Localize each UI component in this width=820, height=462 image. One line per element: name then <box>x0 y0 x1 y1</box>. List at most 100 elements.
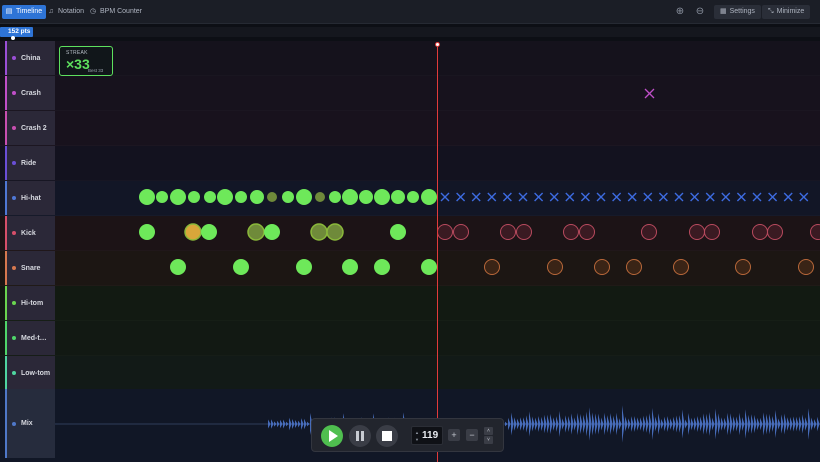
tempo-up-arrow[interactable]: ▲ <box>415 430 419 435</box>
mix-waveform-spike <box>562 418 565 430</box>
hihat-upcoming-note <box>487 192 497 202</box>
kick-upcoming-note <box>810 224 820 240</box>
mix-waveform-spike <box>538 415 541 433</box>
hihat-hit-note <box>315 192 325 202</box>
mix-waveform-spike <box>751 414 754 434</box>
mix-waveform-spike <box>565 415 568 433</box>
hihat-upcoming-note <box>736 192 746 202</box>
kick-upcoming-note <box>641 224 657 240</box>
hihat-upcoming-note <box>721 192 731 202</box>
mix-waveform-spike <box>679 415 682 433</box>
mix-waveform-spike <box>616 412 619 436</box>
mix-waveform-spike <box>283 419 286 429</box>
mix-waveform-spike <box>583 414 586 434</box>
notes-layer <box>55 88 820 443</box>
mix-waveform-spike <box>286 421 289 427</box>
mix-waveform-spike <box>793 416 796 432</box>
snare-upcoming-note <box>673 259 689 275</box>
mix-waveform-spike <box>814 419 817 429</box>
tempo-minus-button[interactable]: − <box>466 429 478 441</box>
hihat-upcoming-note <box>768 192 778 202</box>
snare-hit-note <box>342 259 358 275</box>
mix-waveform-spike <box>607 415 610 433</box>
mix-waveform-spike <box>805 417 808 431</box>
step-down-button[interactable]: ˅ <box>484 436 493 444</box>
streak-value: ×33 <box>66 56 90 72</box>
mix-waveform-spike <box>682 409 685 439</box>
tempo-plus-button[interactable]: + <box>448 429 460 441</box>
tempo-input[interactable]: ▲ ▼ 119 <box>411 426 443 445</box>
play-button[interactable] <box>321 425 343 447</box>
mix-waveform-spike <box>610 413 613 435</box>
hihat-hit-note <box>296 189 312 205</box>
mix-waveform-spike <box>781 414 784 434</box>
mix-waveform-spike <box>730 413 733 435</box>
hihat-upcoming-note <box>674 192 684 202</box>
hihat-hit-note <box>267 192 277 202</box>
mix-waveform-spike <box>796 416 799 432</box>
kick-hit-note <box>310 223 328 241</box>
mix-waveform-spike <box>553 417 556 431</box>
hihat-hit-note <box>139 189 155 205</box>
mix-waveform-spike <box>634 416 637 432</box>
hihat-upcoming-note <box>799 192 809 202</box>
hihat-upcoming-note <box>534 192 544 202</box>
hihat-upcoming-note <box>705 192 715 202</box>
mix-waveform-spike <box>277 420 280 428</box>
mix-waveform-spike <box>748 414 751 434</box>
stop-icon <box>382 431 392 441</box>
hihat-upcoming-note <box>549 192 559 202</box>
playhead-handle[interactable] <box>435 42 440 47</box>
hihat-upcoming-note <box>783 192 793 202</box>
snare-upcoming-note <box>626 259 642 275</box>
streak-best: Best 33 <box>88 68 104 73</box>
mix-waveform-spike <box>703 413 706 435</box>
mix-waveform-spike <box>574 417 577 431</box>
mix-waveform-spike <box>661 418 664 430</box>
playhead-line[interactable] <box>437 44 438 462</box>
mix-waveform-spike <box>733 416 736 432</box>
hihat-upcoming-note <box>596 192 606 202</box>
mix-waveform-spike <box>754 414 757 434</box>
hihat-hit-note <box>374 189 390 205</box>
hihat-hit-note <box>421 189 437 205</box>
hihat-hit-note <box>329 191 341 203</box>
mix-waveform-spike <box>613 415 616 433</box>
mix-waveform-spike <box>529 411 532 437</box>
hihat-upcoming-note <box>658 192 668 202</box>
hihat-hit-note <box>250 190 264 204</box>
mix-waveform-spike <box>790 417 793 431</box>
hihat-hit-note <box>407 191 419 203</box>
mix-waveform-spike <box>802 414 805 434</box>
kick-upcoming-note <box>752 224 768 240</box>
kick-upcoming-note <box>500 224 516 240</box>
hihat-hit-note <box>217 189 233 205</box>
mix-waveform-spike <box>739 412 742 436</box>
mix-waveform-spike <box>646 415 649 433</box>
transport-controls: ▲ ▼ 119 + − ˄ ˅ <box>311 418 504 452</box>
mix-waveform-spike <box>526 415 529 433</box>
mix-waveform-spike <box>673 416 676 432</box>
snare-upcoming-note <box>798 259 814 275</box>
snare-hit-note <box>170 259 186 275</box>
mix-waveform-spike <box>760 417 763 431</box>
crash-upcoming-note <box>644 88 655 99</box>
kick-upcoming-note <box>579 224 595 240</box>
mix-waveform-spike <box>670 418 673 430</box>
step-up-button[interactable]: ˄ <box>484 427 493 435</box>
mix-waveform-spike <box>556 416 559 432</box>
mix-waveform-spike <box>709 412 712 436</box>
hihat-hit-note <box>156 191 168 203</box>
tempo-down-arrow[interactable]: ▼ <box>415 437 419 442</box>
mix-waveform-spike <box>511 412 514 436</box>
kick-upcoming-note <box>437 224 453 240</box>
stop-button[interactable] <box>376 425 398 447</box>
tempo-value: 119 <box>422 430 439 441</box>
snare-hit-note <box>296 259 312 275</box>
mix-waveform-spike <box>655 416 658 432</box>
mix-waveform-spike <box>580 413 583 435</box>
pause-button[interactable] <box>349 425 371 447</box>
mix-waveform-spike <box>715 408 718 440</box>
hihat-upcoming-note <box>580 192 590 202</box>
mix-waveform-spike <box>631 416 634 432</box>
